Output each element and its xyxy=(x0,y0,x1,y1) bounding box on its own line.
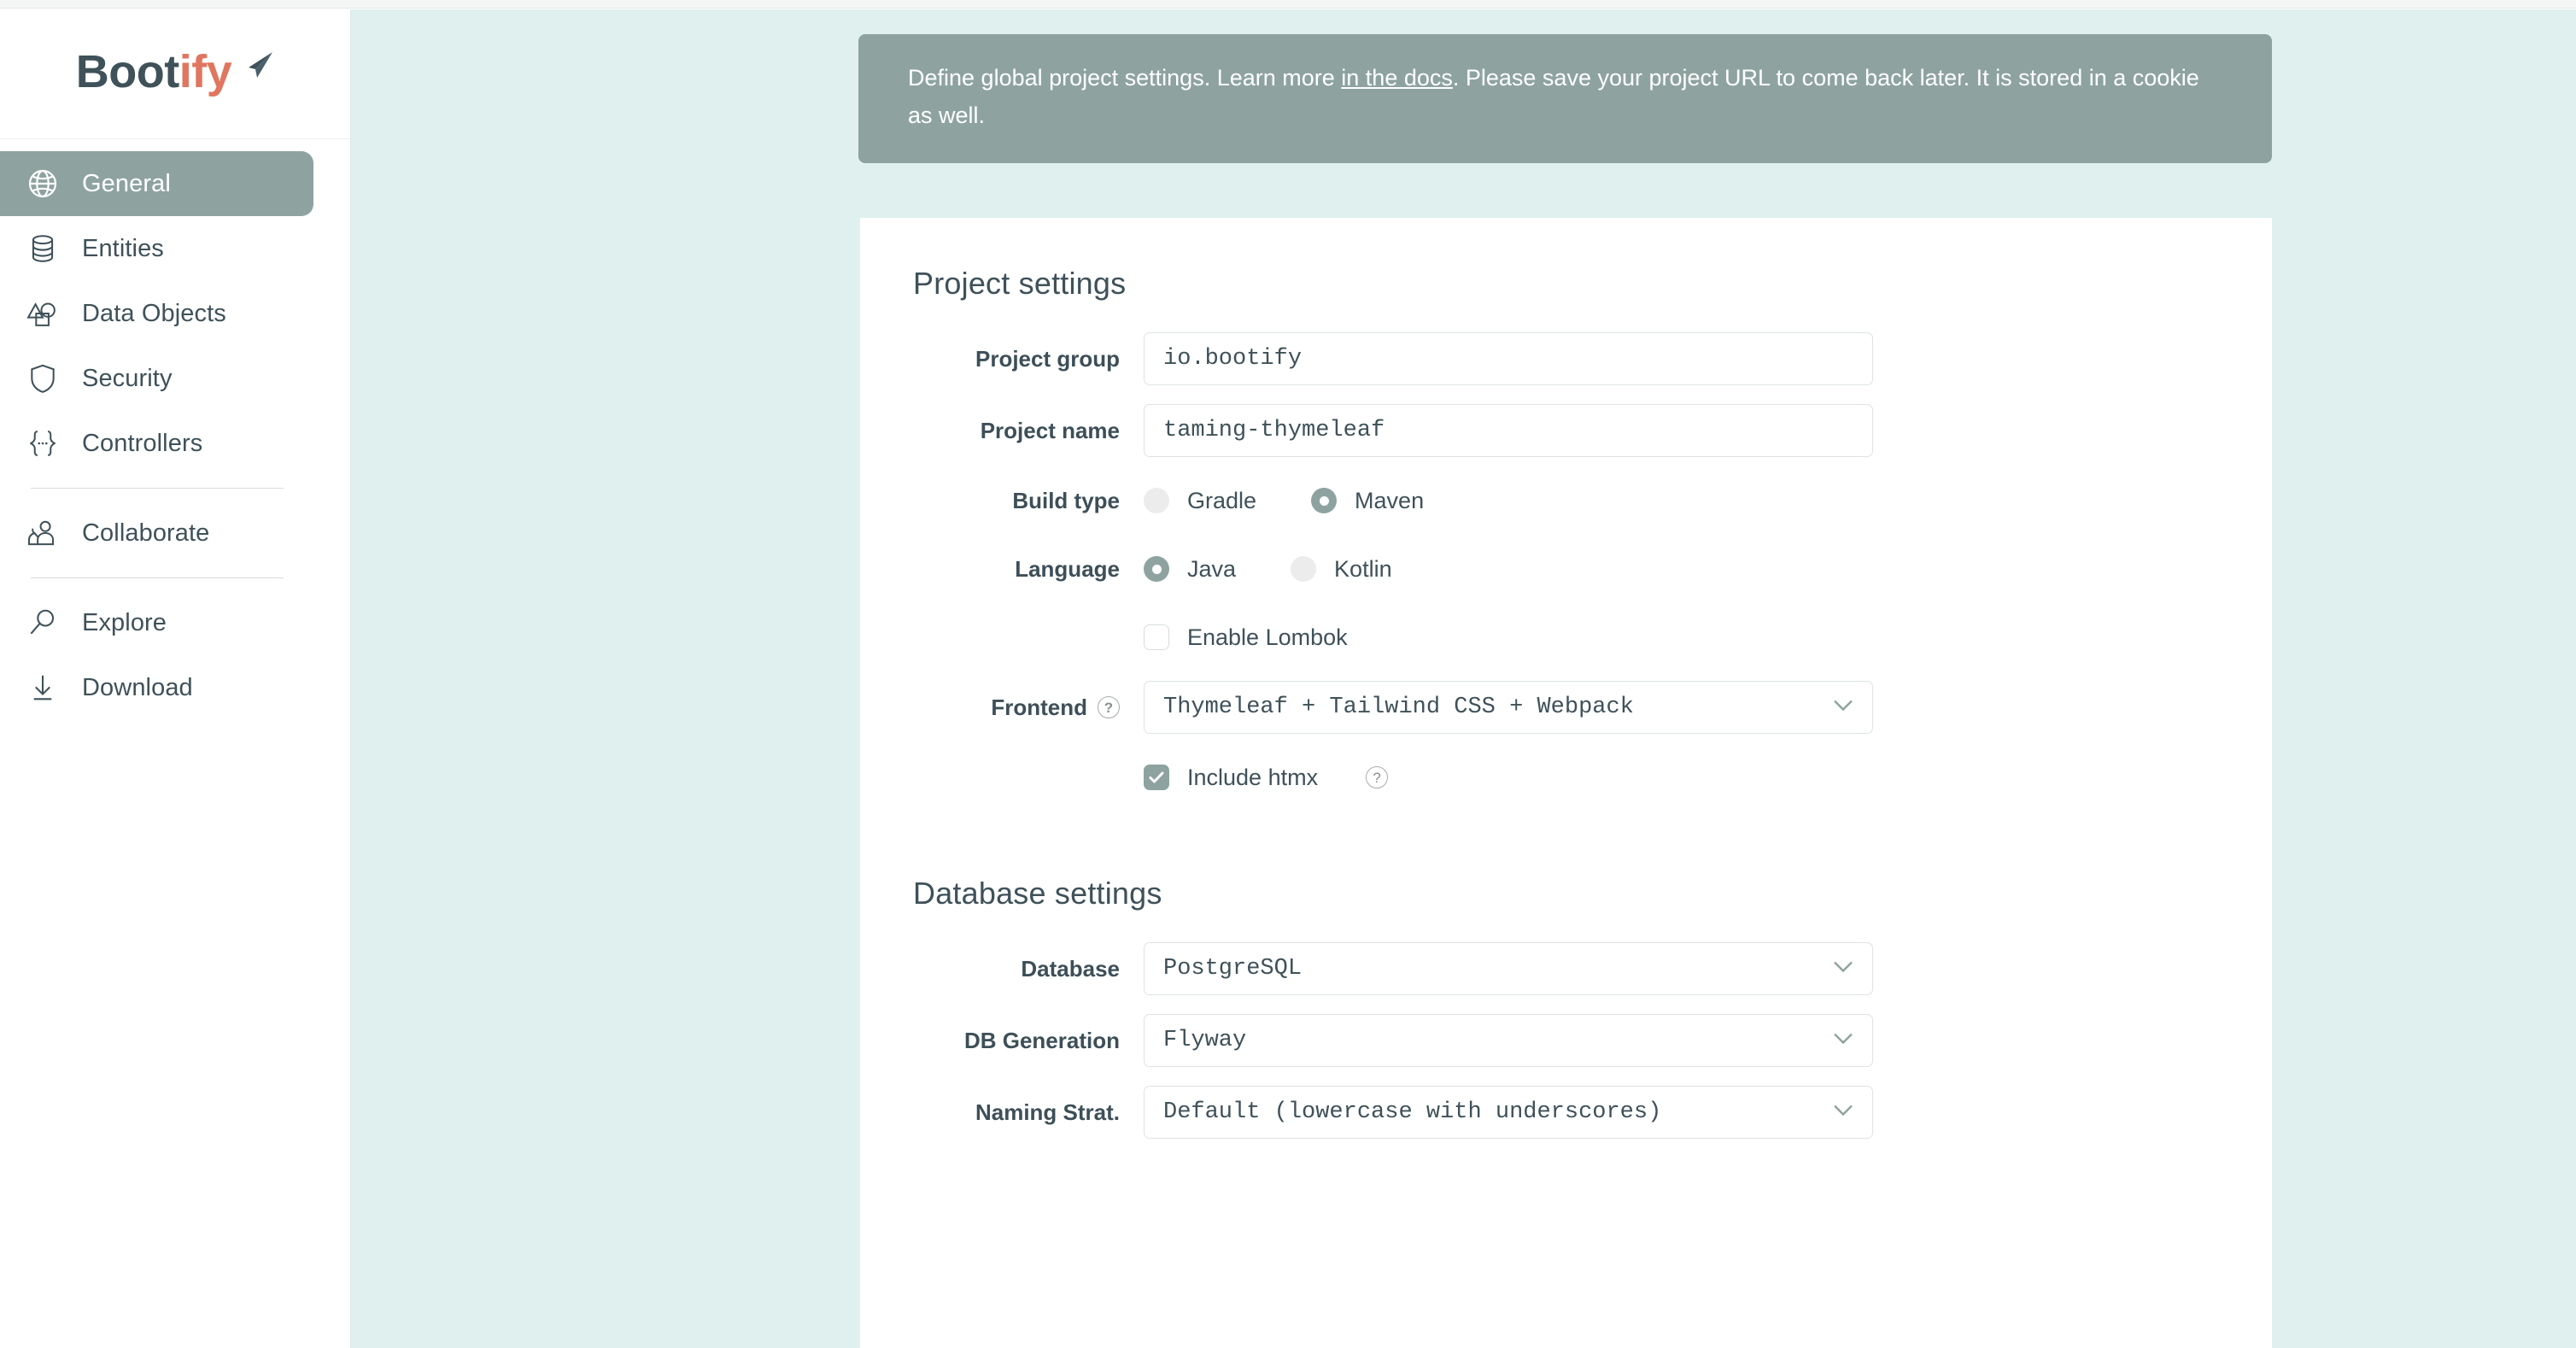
logo-area: Boot ify xyxy=(0,9,350,139)
docs-link[interactable]: in the docs xyxy=(1341,65,1453,91)
radio-label: Kotlin xyxy=(1334,555,1392,582)
sidebar-item-entities[interactable]: Entities xyxy=(0,216,350,281)
sidebar-item-label: General xyxy=(82,169,171,197)
curly-braces-icon xyxy=(24,425,61,462)
frontend-select-wrap: Thymeleaf + Tailwind CSS + Webpack xyxy=(1144,681,1873,734)
field-row-frontend: Frontend ? Thymeleaf + Tailwind CSS + We… xyxy=(860,681,2272,734)
checkbox-include-htmx[interactable]: Include htmx xyxy=(1144,765,1318,791)
top-strip xyxy=(0,0,2576,9)
info-banner: Define global project settings. Learn mo… xyxy=(858,34,2272,164)
field-row-database: Database PostgreSQL xyxy=(860,942,2272,995)
radio-build-type-gradle[interactable]: Gradle xyxy=(1144,488,1256,514)
checkbox-label: Enable Lombok xyxy=(1187,624,1348,650)
radio-indicator xyxy=(1144,488,1169,513)
help-icon-htmx[interactable]: ? xyxy=(1366,766,1389,788)
build-type-label: Build type xyxy=(1012,487,1120,513)
field-row-db-generation: DB Generation Flyway xyxy=(860,1014,2272,1067)
language-label: Language xyxy=(1015,555,1120,582)
database-select-wrap: PostgreSQL xyxy=(1144,942,1873,995)
project-name-label: Project name xyxy=(980,417,1120,443)
sidebar: Boot ify General Entities Data Objects S… xyxy=(0,9,351,1348)
field-row-project-name: Project name xyxy=(860,404,2272,457)
bootify-logo[interactable]: Boot ify xyxy=(76,49,274,95)
sidebar-item-label: Controllers xyxy=(82,429,203,457)
sidebar-item-label: Data Objects xyxy=(82,299,226,327)
checkbox-enable-lombok[interactable]: Enable Lombok xyxy=(1144,624,1348,651)
radio-indicator xyxy=(1311,488,1338,513)
shapes-icon xyxy=(24,295,61,332)
project-group-label: Project group xyxy=(975,345,1120,372)
radio-language-kotlin[interactable]: Kotlin xyxy=(1291,556,1392,583)
sidebar-item-download[interactable]: Download xyxy=(0,655,350,720)
settings-card: Project settings Project group Project n… xyxy=(860,218,2272,1348)
checkbox-indicator xyxy=(1144,765,1169,790)
database-label: Database xyxy=(1021,955,1120,982)
people-icon xyxy=(24,514,61,552)
main-content: Define global project settings. Learn mo… xyxy=(351,9,2576,1348)
sidebar-item-label: Security xyxy=(82,364,173,392)
naming-strategy-select[interactable]: Default (lowercase with underscores) xyxy=(1144,1086,1873,1139)
database-select[interactable]: PostgreSQL xyxy=(1144,942,1873,995)
radio-label: Maven xyxy=(1355,487,1425,513)
logo-text-ify: ify xyxy=(179,45,232,97)
sidebar-divider-1 xyxy=(31,488,284,489)
download-icon xyxy=(24,669,61,706)
banner-text-before: Define global project settings. Learn mo… xyxy=(908,65,1342,91)
sidebar-item-explore[interactable]: Explore xyxy=(0,590,350,655)
radio-build-type-maven[interactable]: Maven xyxy=(1311,488,1424,514)
frontend-label: Frontend xyxy=(991,694,1087,720)
paper-plane-icon xyxy=(235,50,274,89)
db-generation-label: DB Generation xyxy=(963,1027,1120,1053)
radio-language-java[interactable]: Java xyxy=(1144,556,1236,583)
globe-icon xyxy=(24,165,61,202)
project-group-input[interactable] xyxy=(1144,332,1873,385)
magnifier-icon xyxy=(24,604,61,642)
radio-label: Gradle xyxy=(1187,487,1257,513)
bootify-app: Boot ify General Entities Data Objects S… xyxy=(0,0,2576,1348)
checkbox-indicator xyxy=(1144,624,1169,650)
field-row-naming-strategy: Naming Strat. Default (lowercase with un… xyxy=(860,1086,2272,1139)
radio-indicator xyxy=(1144,556,1169,582)
field-row-project-group: Project group xyxy=(860,332,2272,385)
db-generation-select-wrap: Flyway xyxy=(1144,1014,1873,1067)
field-row-lombok: Enable Lombok xyxy=(860,612,2272,662)
sidebar-item-collaborate[interactable]: Collaborate xyxy=(0,501,350,566)
sidebar-item-data-objects[interactable]: Data Objects xyxy=(0,281,350,346)
logo-text-boot: Boot xyxy=(75,45,179,97)
frontend-label-wrap: Frontend ? xyxy=(860,695,1144,721)
sidebar-nav: General Entities Data Objects Security C… xyxy=(0,139,350,720)
database-settings-title: Database settings xyxy=(913,876,1162,911)
naming-strategy-label: Naming Strat. xyxy=(975,1099,1120,1125)
sidebar-item-label: Entities xyxy=(82,234,164,262)
radio-label: Java xyxy=(1187,555,1237,582)
sidebar-item-controllers[interactable]: Controllers xyxy=(0,411,350,476)
field-row-build-type: Build type Gradle Maven xyxy=(860,476,2272,525)
sidebar-item-general[interactable]: General xyxy=(0,151,313,216)
naming-strategy-select-wrap: Default (lowercase with underscores) xyxy=(1144,1086,1873,1139)
db-generation-select[interactable]: Flyway xyxy=(1144,1014,1873,1067)
help-icon-frontend[interactable]: ? xyxy=(1098,696,1120,718)
field-row-htmx: Include htmx ? xyxy=(860,753,2272,802)
page-title: Project settings xyxy=(913,266,1127,301)
sidebar-item-security[interactable]: Security xyxy=(0,346,350,411)
frontend-select[interactable]: Thymeleaf + Tailwind CSS + Webpack xyxy=(1144,681,1873,734)
database-icon xyxy=(24,230,61,267)
checkbox-label: Include htmx xyxy=(1187,764,1319,790)
field-row-language: Language Java Kotlin xyxy=(860,544,2272,594)
sidebar-item-label: Explore xyxy=(82,608,167,636)
shield-icon xyxy=(24,360,61,397)
sidebar-item-label: Download xyxy=(82,673,193,701)
project-name-input[interactable] xyxy=(1144,404,1873,457)
radio-indicator xyxy=(1291,556,1317,582)
sidebar-item-label: Collaborate xyxy=(82,519,210,547)
sidebar-divider-2 xyxy=(31,577,284,578)
